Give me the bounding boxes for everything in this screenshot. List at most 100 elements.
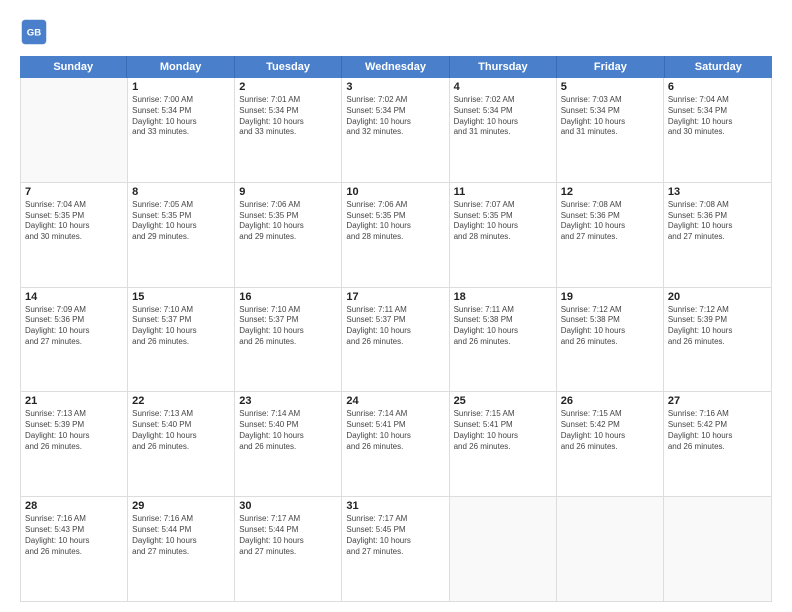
calendar-empty-cell: [450, 497, 557, 601]
cell-info-line: Sunrise: 7:07 AM: [454, 200, 552, 211]
calendar-day-19: 19 Sunrise: 7:12 AMSunset: 5:38 PMDayligh…: [557, 288, 664, 392]
cell-info-line: Daylight: 10 hours: [239, 431, 337, 442]
cell-info-line: Sunset: 5:34 PM: [132, 106, 230, 117]
cell-info-line: Daylight: 10 hours: [454, 431, 552, 442]
cell-info-line: Daylight: 10 hours: [25, 326, 123, 337]
cell-info-line: and 27 minutes.: [346, 547, 444, 558]
day-number: 9: [239, 186, 337, 198]
cell-info-line: Sunrise: 7:03 AM: [561, 95, 659, 106]
cell-info-line: and 26 minutes.: [346, 442, 444, 453]
cell-info-line: Sunrise: 7:17 AM: [346, 514, 444, 525]
cell-info-line: Daylight: 10 hours: [561, 221, 659, 232]
day-number: 15: [132, 291, 230, 303]
cell-info-line: Sunset: 5:34 PM: [561, 106, 659, 117]
cell-info-line: Daylight: 10 hours: [454, 117, 552, 128]
header-day-monday: Monday: [127, 56, 234, 78]
day-number: 17: [346, 291, 444, 303]
cell-info-line: and 26 minutes.: [668, 442, 767, 453]
cell-info-line: and 27 minutes.: [239, 547, 337, 558]
cell-info-line: and 26 minutes.: [346, 337, 444, 348]
cell-info-line: and 28 minutes.: [454, 232, 552, 243]
cell-info-line: Sunrise: 7:12 AM: [561, 305, 659, 316]
header-day-sunday: Sunday: [20, 56, 127, 78]
cell-info-line: Daylight: 10 hours: [346, 326, 444, 337]
calendar-week-4: 21Sunrise: 7:13 AMSunset: 5:39 PMDayligh…: [21, 392, 771, 497]
cell-info-line: Sunrise: 7:04 AM: [25, 200, 123, 211]
cell-info-line: and 26 minutes.: [561, 337, 659, 348]
cell-info-line: Sunset: 5:38 PM: [561, 315, 659, 326]
cell-info-line: and 33 minutes.: [239, 127, 337, 138]
day-number: 4: [454, 81, 552, 93]
header-day-tuesday: Tuesday: [235, 56, 342, 78]
cell-info-line: Sunrise: 7:13 AM: [132, 409, 230, 420]
cell-info-line: and 26 minutes.: [454, 337, 552, 348]
cell-info-line: Sunrise: 7:00 AM: [132, 95, 230, 106]
calendar-empty-cell: [664, 497, 771, 601]
calendar-day-23: 23Sunrise: 7:14 AMSunset: 5:40 PMDayligh…: [235, 392, 342, 496]
calendar-week-2: 7 Sunrise: 7:04 AMSunset: 5:35 PM Daylight…: [21, 183, 771, 288]
cell-info-line: Daylight: 10 hours: [239, 536, 337, 547]
cell-info-line: Daylight: 10 hours: [454, 326, 552, 337]
day-number: 12: [561, 186, 659, 198]
day-number: 10: [346, 186, 444, 198]
cell-info-line: Sunrise: 7:08 AM: [668, 200, 767, 211]
cell-info-line: Sunset: 5:36 PM: [25, 315, 123, 326]
cell-info-line: and 32 minutes.: [346, 127, 444, 138]
cell-info-line: Sunset: 5:35 PM: [25, 211, 123, 222]
cell-info-line: Sunset: 5:40 PM: [239, 420, 337, 431]
calendar-day-18: 18Sunrise: 7:11 AMSunset: 5:38 PMDayligh…: [450, 288, 557, 392]
logo: GB: [20, 18, 52, 46]
cell-info-line: Sunset: 5:42 PM: [668, 420, 767, 431]
cell-info-line: Sunset: 5:41 PM: [346, 420, 444, 431]
cell-info-line: Daylight: 10 hours: [132, 221, 230, 232]
calendar-day-3: 3Sunrise: 7:02 AMSunset: 5:34 PMDaylight…: [342, 78, 449, 182]
cell-info-line: Sunset: 5:34 PM: [239, 106, 337, 117]
day-number: 26: [561, 395, 659, 407]
cell-info-line: Sunrise: 7:11 AM: [346, 305, 444, 316]
day-number: 7: [25, 186, 123, 198]
calendar-day-27: 27Sunrise: 7:16 AMSunset: 5:42 PMDayligh…: [664, 392, 771, 496]
cell-info-line: Sunrise: 7:12 AM: [668, 305, 767, 316]
day-number: 29: [132, 500, 230, 512]
cell-info-line: Daylight: 10 hours: [132, 326, 230, 337]
day-number: 21: [25, 395, 123, 407]
cell-info-line: Sunrise: 7:08 AM: [561, 200, 659, 211]
calendar-day-12: 12Sunrise: 7:08 AMSunset: 5:36 PMDayligh…: [557, 183, 664, 287]
cell-info-line: and 30 minutes.: [668, 127, 767, 138]
calendar-week-3: 14Sunrise: 7:09 AMSunset: 5:36 PMDayligh…: [21, 288, 771, 393]
cell-info-line: and 26 minutes.: [668, 337, 767, 348]
cell-info-line: Sunrise: 7:05 AM: [132, 200, 230, 211]
cell-info-line: Sunset: 5:34 PM: [668, 106, 767, 117]
header: GB: [20, 18, 772, 46]
calendar-day-26: 26Sunrise: 7:15 AMSunset: 5:42 PMDayligh…: [557, 392, 664, 496]
calendar-day-13: 13Sunrise: 7:08 AMSunset: 5:36 PMDayligh…: [664, 183, 771, 287]
cell-info-line: and 31 minutes.: [561, 127, 659, 138]
calendar-day-11: 11Sunrise: 7:07 AMSunset: 5:35 PMDayligh…: [450, 183, 557, 287]
cell-info-line: Sunrise: 7:14 AM: [346, 409, 444, 420]
cell-info-line: Sunset: 5:44 PM: [132, 525, 230, 536]
calendar-week-1: 1Sunrise: 7:00 AMSunset: 5:34 PMDaylight…: [21, 78, 771, 183]
cell-info-line: Daylight: 10 hours: [239, 326, 337, 337]
cell-info-line: Daylight: 10 hours: [561, 326, 659, 337]
calendar-day-14: 14Sunrise: 7:09 AMSunset: 5:36 PMDayligh…: [21, 288, 128, 392]
cell-info-line: Daylight: 10 hours: [132, 117, 230, 128]
calendar-day-25: 25Sunrise: 7:15 AMSunset: 5:41 PMDayligh…: [450, 392, 557, 496]
cell-info-line: Sunset: 5:37 PM: [239, 315, 337, 326]
day-number: 6: [668, 81, 767, 93]
svg-text:GB: GB: [27, 28, 41, 39]
header-day-wednesday: Wednesday: [342, 56, 449, 78]
calendar-day-30: 30Sunrise: 7:17 AMSunset: 5:44 PMDayligh…: [235, 497, 342, 601]
day-number: 19: [561, 291, 659, 303]
cell-info-line: Sunrise: 7:02 AM: [346, 95, 444, 106]
cell-info-line: and 33 minutes.: [132, 127, 230, 138]
cell-info-line: Daylight: 10 hours: [346, 117, 444, 128]
day-number: 2: [239, 81, 337, 93]
day-number: 13: [668, 186, 767, 198]
calendar-empty-cell: [557, 497, 664, 601]
calendar-day-1: 1Sunrise: 7:00 AMSunset: 5:34 PMDaylight…: [128, 78, 235, 182]
calendar-day-31: 31Sunrise: 7:17 AMSunset: 5:45 PMDayligh…: [342, 497, 449, 601]
cell-info-line: Daylight: 10 hours: [561, 117, 659, 128]
cell-info-line: Daylight: 10 hours: [346, 221, 444, 232]
cell-info-line: and 29 minutes.: [239, 232, 337, 243]
calendar-day-24: 24Sunrise: 7:14 AMSunset: 5:41 PMDayligh…: [342, 392, 449, 496]
